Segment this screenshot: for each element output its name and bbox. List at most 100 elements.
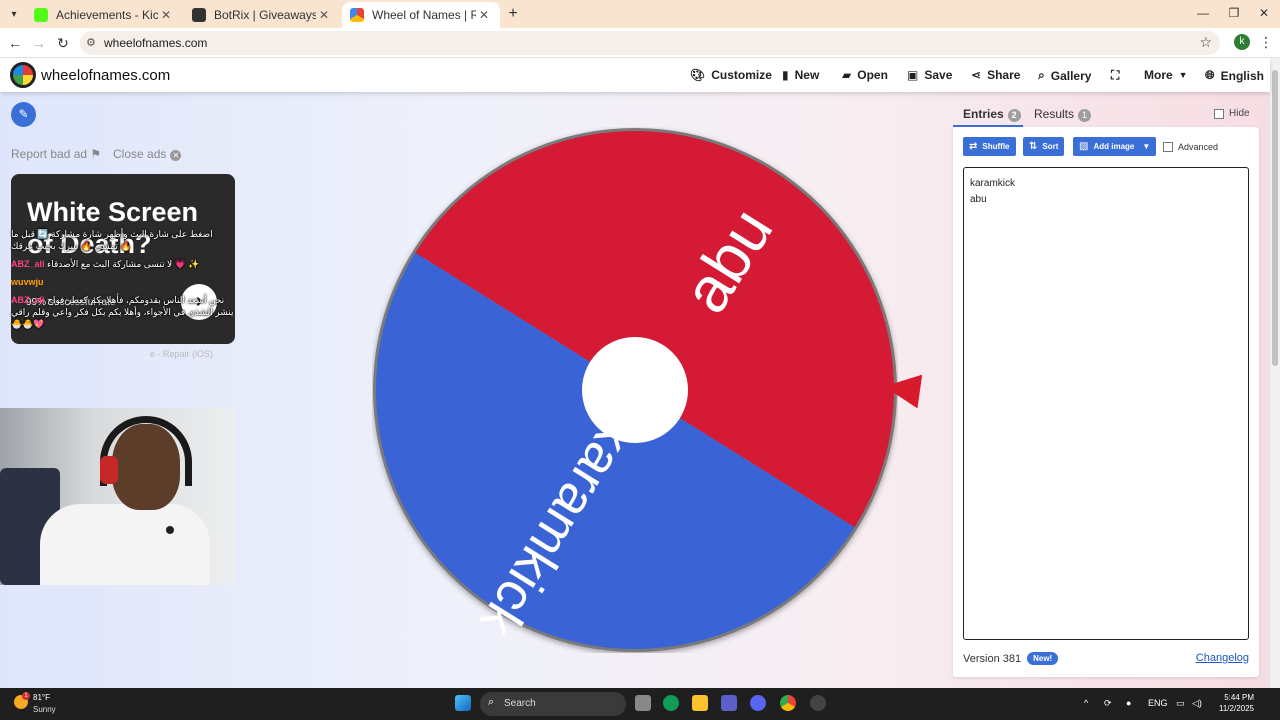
discord-icon[interactable] [750,695,766,711]
edit-pencil-button[interactable]: ✎ [11,102,36,127]
entries-textarea[interactable]: karamkick abu [963,167,1249,640]
wheel-pointer-icon [881,369,923,409]
headset-earcup [100,456,118,484]
tab-kick-dashboard[interactable]: Achievements - Kick Dashboard ✕ [26,2,182,28]
taskbar-clock[interactable]: 5:44 PM 11/2/2025 [1214,692,1254,714]
sync-icon[interactable]: ⟳ [1104,698,1112,709]
wheel-of-names[interactable]: abu karamkick [372,127,898,653]
close-tab-icon[interactable]: ✕ [158,8,174,22]
gallery-button[interactable]: ⌕ Gallery [1038,68,1091,83]
close-ads-label: Close ads [113,147,167,161]
advanced-checkbox[interactable] [1163,142,1173,152]
tab-search-icon[interactable]: ▾ [4,4,24,24]
maximize-icon[interactable]: ❐ [1225,6,1243,20]
page-scrollbar[interactable] [1270,58,1280,688]
close-ads-link[interactable]: Close ads ✕ [113,147,182,161]
network-icon[interactable]: ▭ [1176,698,1185,709]
site-header: wheelofnames.com 🎨︎ Customize ▮ New ▰ Op… [0,58,1270,92]
weather-temp[interactable]: 81°F [33,693,50,702]
entry-line: abu [970,194,987,205]
volume-icon[interactable]: ◁) [1192,698,1202,709]
chat-message: اضغط على شارة البث وأظهر شارة مشاركة 🔄 ق… [11,229,213,251]
new-tab-button[interactable]: + [504,5,522,23]
customize-label: Customize [711,68,772,82]
forward-icon[interactable]: → [30,34,48,52]
microphone-icon [166,526,174,534]
weather-condition[interactable]: Sunny [33,705,56,714]
minimize-icon[interactable]: — [1194,6,1212,20]
reload-icon[interactable]: ↻ [54,34,72,52]
changelog-link[interactable]: Changelog [1196,652,1249,664]
windows-start-icon[interactable] [455,695,471,711]
mic-icon[interactable]: ● [1126,698,1131,708]
tray-overflow-icon[interactable]: ^ [1084,698,1088,708]
chat-line: wuvwju [11,276,235,288]
tab-entries-label: Entries [963,107,1004,121]
share-label: Share [987,68,1021,82]
scrollbar-thumb[interactable] [1272,70,1278,366]
site-info-icon[interactable]: ⚙ [86,36,96,49]
hide-checkbox[interactable] [1214,108,1224,119]
bookmark-star-icon[interactable]: ☆ [1199,34,1212,51]
save-label: Save [924,68,953,82]
sort-button[interactable]: ⇅ Sort [1023,137,1065,156]
close-window-icon[interactable]: ✕ [1255,6,1273,20]
windows-taskbar: 1 81°F Sunny ⌕ Search ^ ⟳ ● ENG ▭ ◁) 5:4… [0,688,1280,720]
taskbar-search[interactable]: ⌕ Search [480,692,626,716]
share-button[interactable]: ⋖ Share [971,68,1020,82]
chat-user: ABZ_ali [11,259,45,269]
tab-entries[interactable]: Entries 2 [963,107,1021,122]
obs-icon[interactable] [810,695,826,711]
tab-title: Achievements - Kick Dashboard [56,8,158,22]
teams-icon[interactable] [721,695,737,711]
language-label: English [1220,68,1264,83]
file-explorer-icon[interactable] [692,695,708,711]
sort-icon: ⇅ [1029,141,1038,152]
browser-menu-icon[interactable]: ⋮ [1259,34,1273,51]
results-count-badge: 1 [1078,109,1092,122]
fullscreen-button[interactable]: ⛶ [1111,68,1125,83]
back-icon[interactable]: ← [6,34,24,52]
task-view-icon[interactable] [635,695,651,711]
tab-title: BotRix | Giveaways [214,8,316,22]
caret-down-icon: ▼ [1178,70,1188,80]
site-name[interactable]: wheelofnames.com [41,67,170,84]
add-image-button[interactable]: ▧ Add image ▼ [1073,137,1157,156]
report-ad-link[interactable]: Report bad ad ⚑ [11,147,101,161]
close-tab-icon[interactable]: ✕ [476,8,492,22]
pencil-icon: ✎ [18,107,29,121]
close-tab-icon[interactable]: ✕ [316,8,332,22]
wheel-favicon-icon [350,8,364,22]
hide-toggle[interactable]: Hide [1214,108,1250,119]
save-button[interactable]: ▣ Save [907,68,952,82]
new-label: New [794,68,820,82]
flag-icon: ⚑ [90,147,102,161]
wheel-center-hub[interactable] [582,337,688,443]
omnibox[interactable]: ⚙ wheelofnames.com ☆ [80,31,1220,55]
language-button[interactable]: 🌐︎ English [1205,68,1264,83]
fullscreen-icon: ⛶ [1111,68,1120,82]
customize-button[interactable]: 🎨︎ Customize [690,68,772,82]
language-indicator[interactable]: ENG [1148,698,1168,708]
edge-icon[interactable] [663,695,679,711]
advanced-toggle[interactable]: Advanced [1163,142,1218,152]
chat-line: اضغط على شارة البث وأظهر شارة مشاركة 🔄 ق… [11,228,235,252]
profile-avatar[interactable]: k [1234,34,1250,50]
ad-caption: e - Repair (iOS) [150,349,214,359]
open-label: Open [857,68,888,82]
tab-botrix-giveaways[interactable]: BotRix | Giveaways ✕ [184,2,340,28]
shuffle-button[interactable]: ⇄ Shuffle [963,137,1016,156]
tab-results-label: Results [1034,107,1075,121]
open-button[interactable]: ▰ Open [842,68,888,82]
share-icon: ⋖ [971,68,982,82]
url-text[interactable]: wheelofnames.com [104,36,207,50]
tab-results[interactable]: Results 1 [1034,107,1092,122]
wheel-logo-icon[interactable] [10,62,36,88]
add-image-label: Add image [1093,142,1135,151]
tab-wheel-of-names[interactable]: Wheel of Names | Random nan ✕ [342,2,500,28]
chrome-icon[interactable] [780,695,796,711]
version-label: Version 381 [963,652,1022,665]
more-button[interactable]: More ▼ [1144,68,1188,82]
new-button[interactable]: ▮ New [782,68,819,82]
sort-label: Sort [1042,142,1059,151]
